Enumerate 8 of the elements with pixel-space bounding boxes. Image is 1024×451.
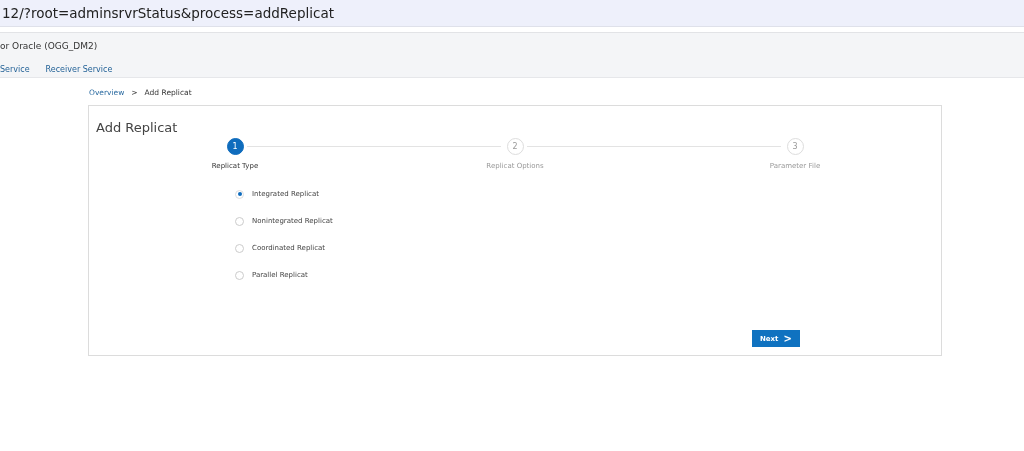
nav-link[interactable]: Receiver Service <box>45 65 113 74</box>
nav-link[interactable]: Service <box>0 65 30 74</box>
app-title: or Oracle (OGG_DM2) <box>0 41 99 51</box>
chevron-icon: > <box>783 333 792 344</box>
url-text: 12/?root=adminsrvrStatus&process=addReplicat <box>2 5 334 21</box>
address-bar[interactable]: 12/?root=adminsrvrStatus&process=addReplicat <box>0 0 1024 27</box>
step-number[interactable]: 1 <box>226 137 244 155</box>
card-title: Add Replicat <box>96 120 179 135</box>
